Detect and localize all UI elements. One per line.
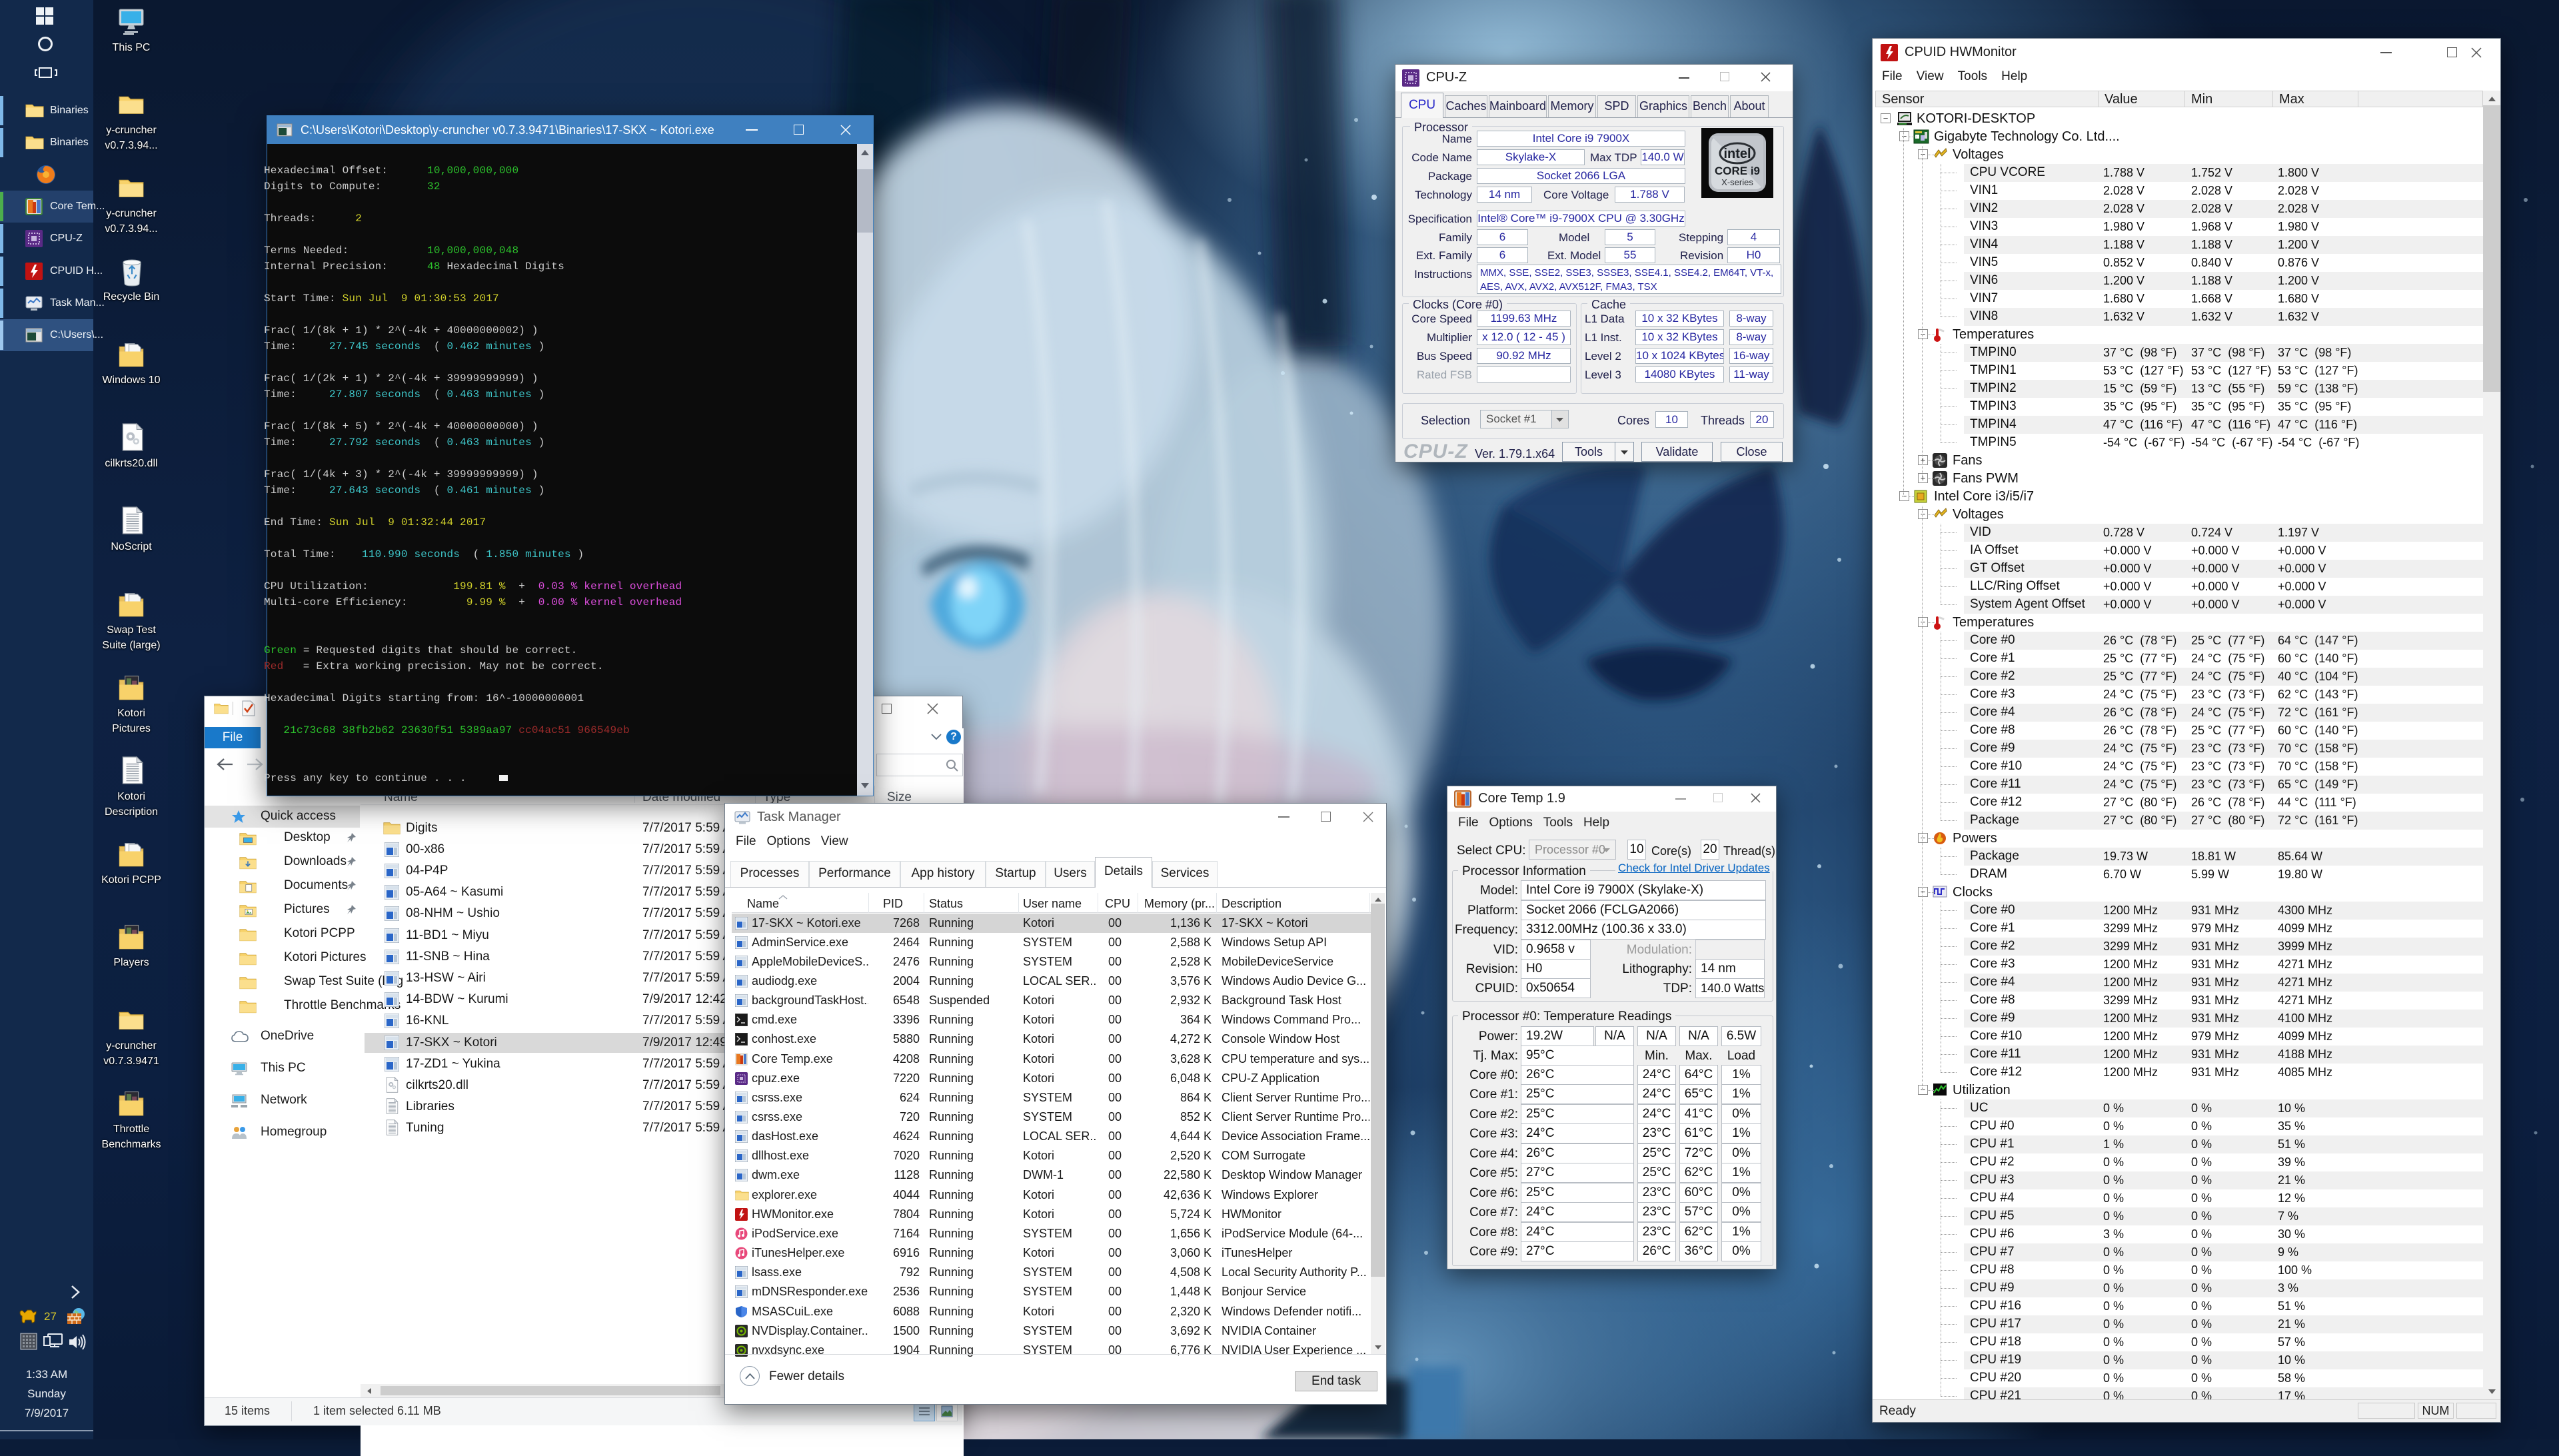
svg-text:intel: intel: [1723, 147, 1751, 161]
svg-text:X-series: X-series: [1721, 177, 1753, 187]
svg-text:CORE i9: CORE i9: [1715, 165, 1760, 177]
